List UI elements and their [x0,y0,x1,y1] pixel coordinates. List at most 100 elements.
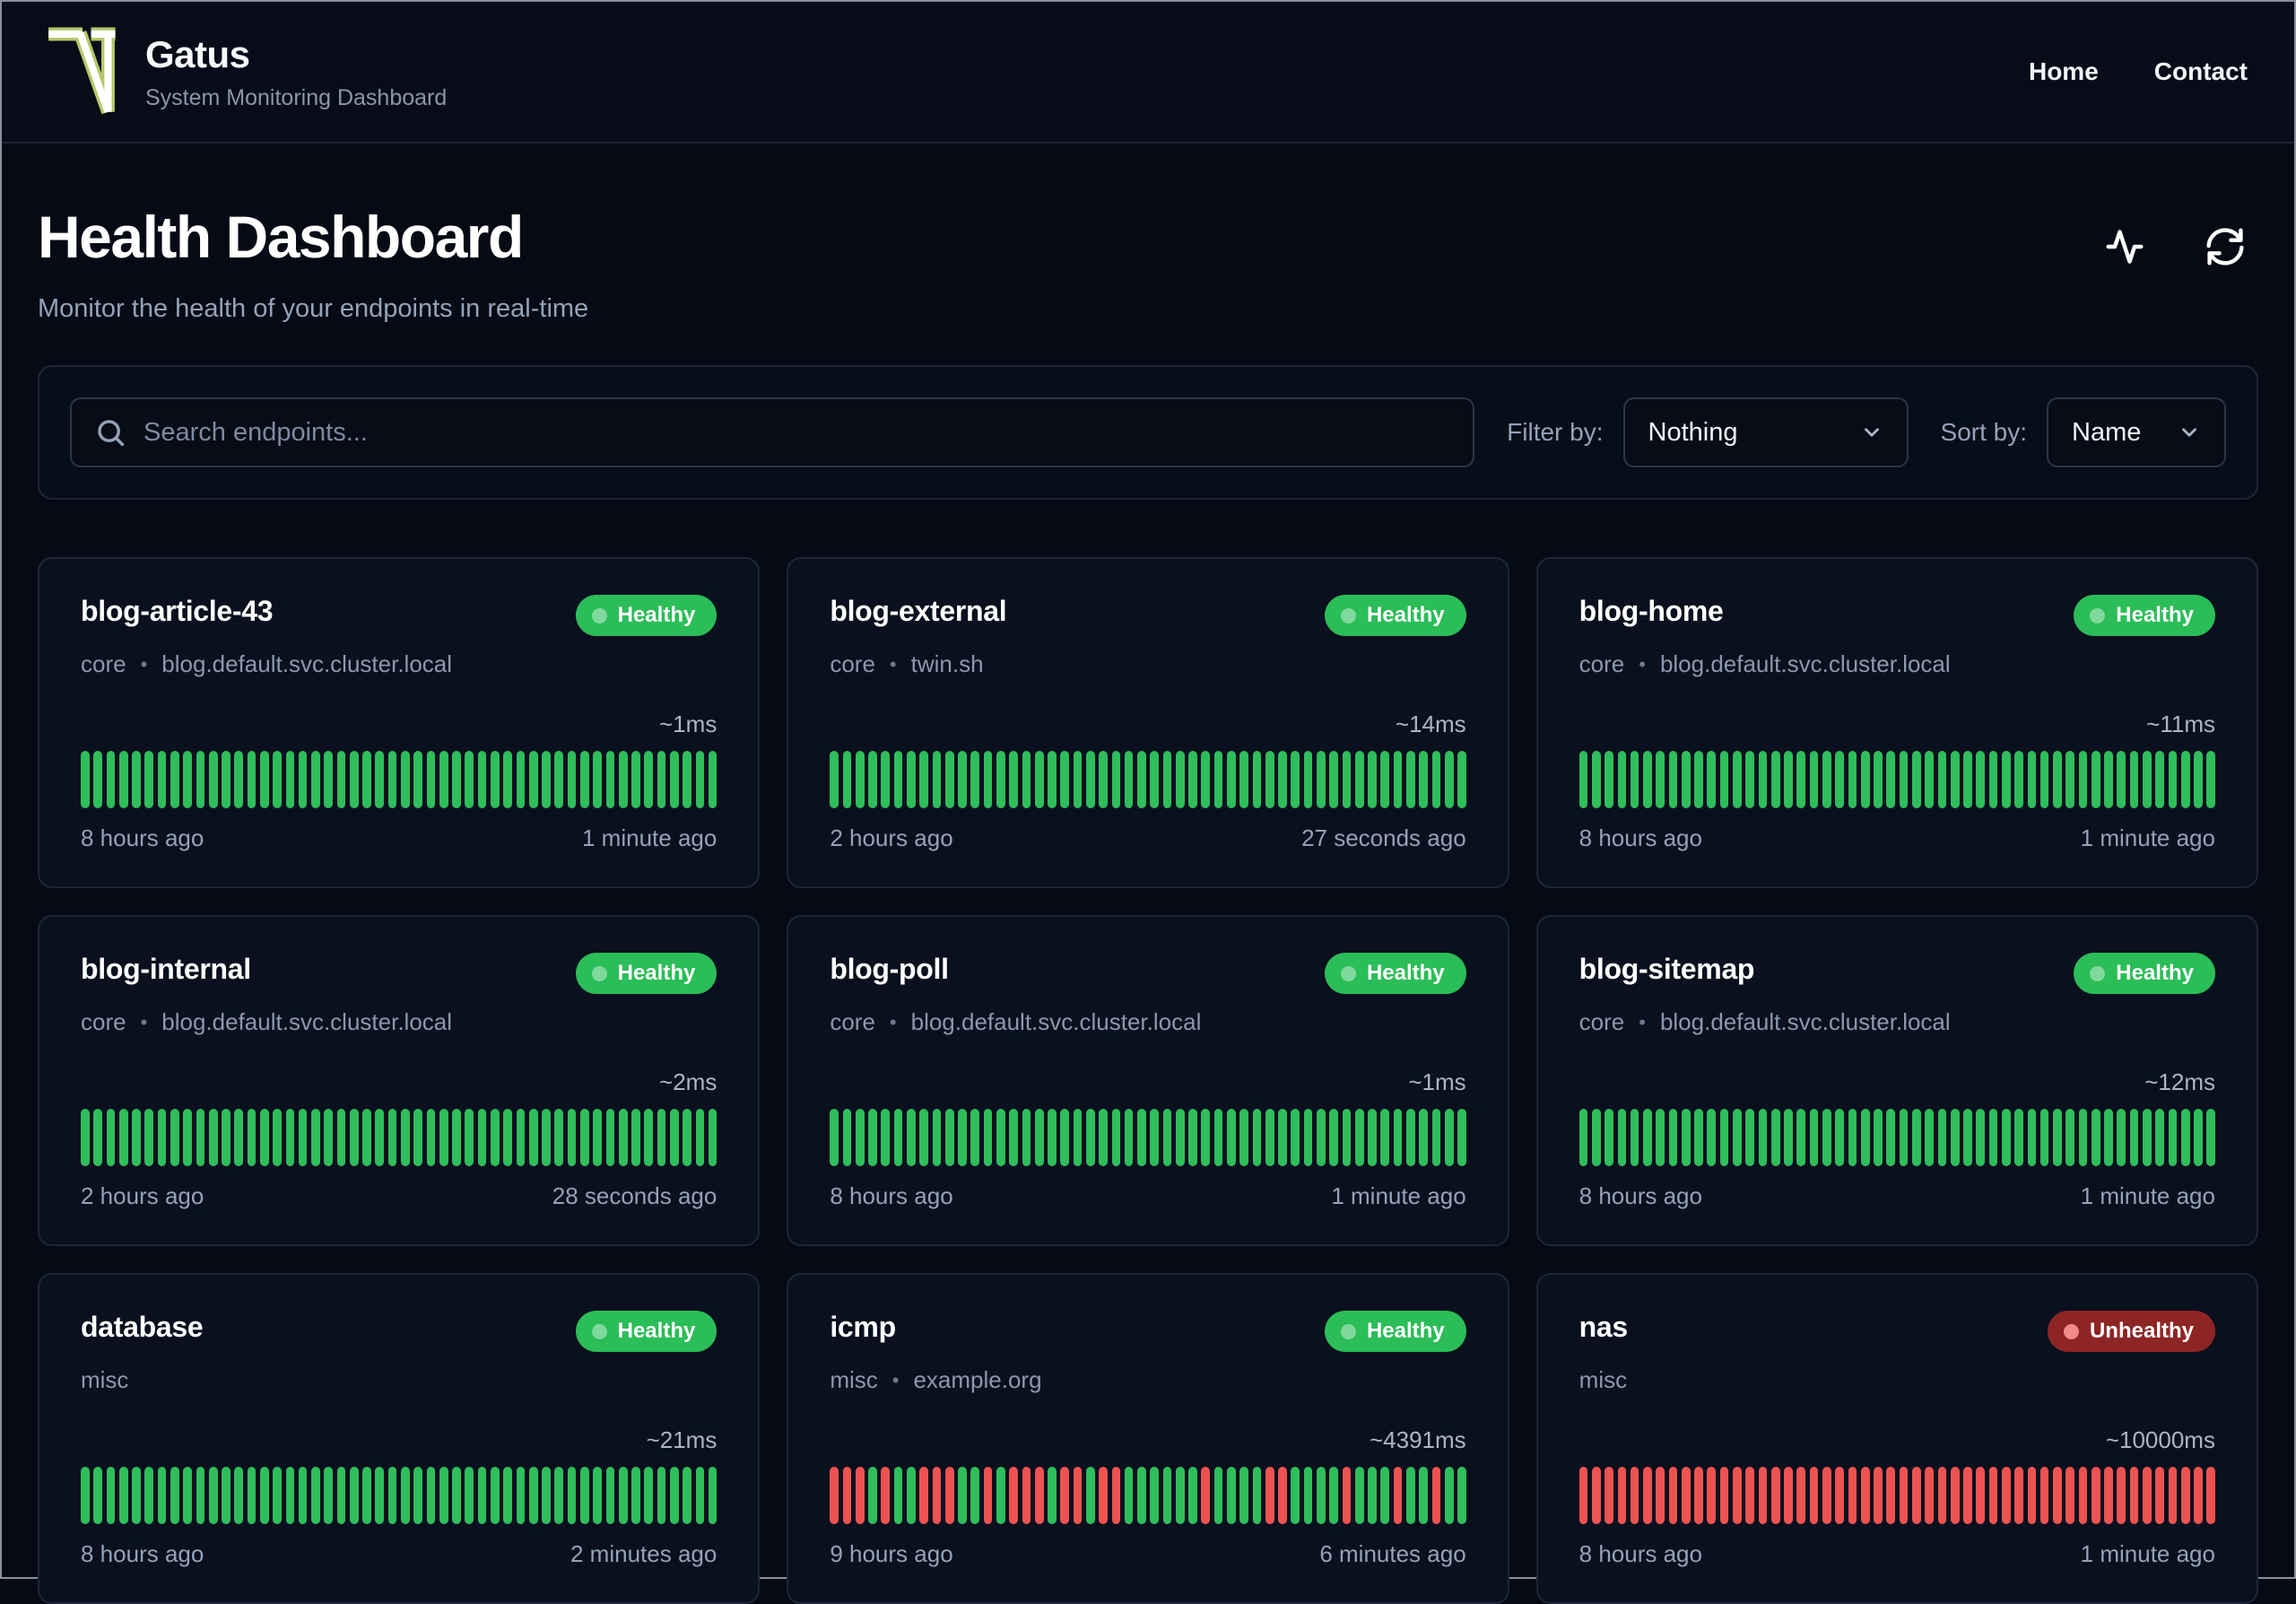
status-bar[interactable] [324,751,334,808]
status-bar[interactable] [1758,1467,1768,1524]
status-bar[interactable] [465,1467,474,1524]
status-bar[interactable] [1419,1467,1428,1524]
status-bar[interactable] [958,751,967,808]
status-bar[interactable] [695,1467,705,1524]
status-bar[interactable] [1111,751,1121,808]
status-bar[interactable] [387,1109,397,1166]
status-bar[interactable] [1444,1109,1454,1166]
status-bar[interactable] [868,1109,877,1166]
status-bar[interactable] [1060,1109,1070,1166]
status-bar[interactable] [2001,1109,2011,1166]
status-bar[interactable] [208,1109,218,1166]
status-bar[interactable] [1239,751,1249,808]
status-bar[interactable] [2155,751,2164,808]
status-bar[interactable] [1009,751,1018,808]
status-bar[interactable] [311,751,320,808]
sort-select[interactable]: Name [2047,397,2226,467]
status-bar[interactable] [1988,1109,1998,1166]
status-bar[interactable] [2194,751,2203,808]
status-bar[interactable] [2001,1467,2011,1524]
status-bar[interactable] [222,751,230,808]
status-bar[interactable] [1784,751,1793,808]
status-bar[interactable] [1009,1109,1018,1166]
status-bar[interactable] [2066,1109,2075,1166]
status-bar[interactable] [1213,1467,1223,1524]
status-bar[interactable] [855,1109,865,1166]
status-bar[interactable] [1329,1109,1338,1166]
status-bar[interactable] [1150,1109,1160,1166]
status-bar[interactable] [855,1467,865,1524]
nav-link-home[interactable]: Home [2029,57,2099,86]
status-bar[interactable] [170,751,179,808]
status-bar[interactable] [1188,751,1197,808]
status-bar[interactable] [157,1109,167,1166]
status-bar[interactable] [1925,1467,1934,1524]
status-bar[interactable] [657,1109,666,1166]
status-bar[interactable] [1770,1109,1780,1166]
status-bar[interactable] [893,1109,903,1166]
status-bar[interactable] [170,1109,179,1166]
status-bar[interactable] [1431,751,1441,808]
status-bar[interactable] [1822,751,1831,808]
status-bar[interactable] [2001,751,2011,808]
endpoint-card[interactable]: nas Unhealthy misc ~10000ms 8 hours ago … [1535,1273,2258,1604]
status-bar[interactable] [683,751,691,808]
status-bar[interactable] [644,751,654,808]
status-bar[interactable] [1848,1467,1857,1524]
endpoint-card[interactable]: blog-article-43 Healthy core • blog.defa… [38,557,761,888]
status-bar[interactable] [1022,1467,1031,1524]
status-bar[interactable] [118,1467,128,1524]
status-bar[interactable] [1431,1467,1441,1524]
status-bar[interactable] [1835,1467,1844,1524]
status-bar[interactable] [2143,1109,2152,1166]
status-bar[interactable] [477,751,487,808]
status-bar[interactable] [1925,751,1934,808]
status-bar[interactable] [1342,1467,1352,1524]
status-bar[interactable] [683,1467,691,1524]
status-bar[interactable] [1227,1109,1236,1166]
status-bar[interactable] [516,1467,526,1524]
endpoint-card[interactable]: icmp Healthy misc • example.org ~4391ms … [787,1273,1509,1604]
status-bar[interactable] [375,1109,385,1166]
status-bar[interactable] [944,751,954,808]
status-bar[interactable] [273,751,282,808]
endpoint-card[interactable]: blog-sitemap Healthy core • blog.default… [1535,915,2258,1246]
status-bar[interactable] [2039,1467,2049,1524]
status-bar[interactable] [1784,1109,1793,1166]
status-bar[interactable] [605,1467,615,1524]
status-bar[interactable] [1681,751,1691,808]
status-bar[interactable] [465,1109,474,1166]
status-bar[interactable] [1656,751,1665,808]
status-bar[interactable] [1809,751,1819,808]
status-bar[interactable] [944,1467,954,1524]
status-bar[interactable] [1085,1109,1095,1166]
status-bar[interactable] [234,751,244,808]
status-bar[interactable] [1265,1467,1274,1524]
status-bar[interactable] [1758,751,1768,808]
status-bar[interactable] [1150,751,1160,808]
status-bar[interactable] [273,1109,282,1166]
status-bar[interactable] [708,751,718,808]
status-bar[interactable] [1162,751,1172,808]
status-bar[interactable] [1073,1109,1083,1166]
status-bar[interactable] [1291,751,1300,808]
status-bar[interactable] [1213,751,1223,808]
status-bar[interactable] [542,1109,551,1166]
status-bar[interactable] [2078,751,2088,808]
status-bar[interactable] [1976,1109,1986,1166]
status-bar[interactable] [1405,1109,1415,1166]
status-bar[interactable] [516,751,526,808]
status-bar[interactable] [2039,751,2049,808]
status-bar[interactable] [1060,751,1070,808]
status-bar[interactable] [298,1109,308,1166]
status-bar[interactable] [618,1109,628,1166]
status-bar[interactable] [528,1109,538,1166]
status-bar[interactable] [259,1467,269,1524]
status-bar[interactable] [683,1109,691,1166]
status-bar[interactable] [401,751,410,808]
status-bar[interactable] [1111,1467,1121,1524]
status-bar[interactable] [2014,1467,2023,1524]
status-bar[interactable] [669,751,679,808]
status-bar[interactable] [1719,1109,1729,1166]
status-bar[interactable] [1073,1467,1083,1524]
